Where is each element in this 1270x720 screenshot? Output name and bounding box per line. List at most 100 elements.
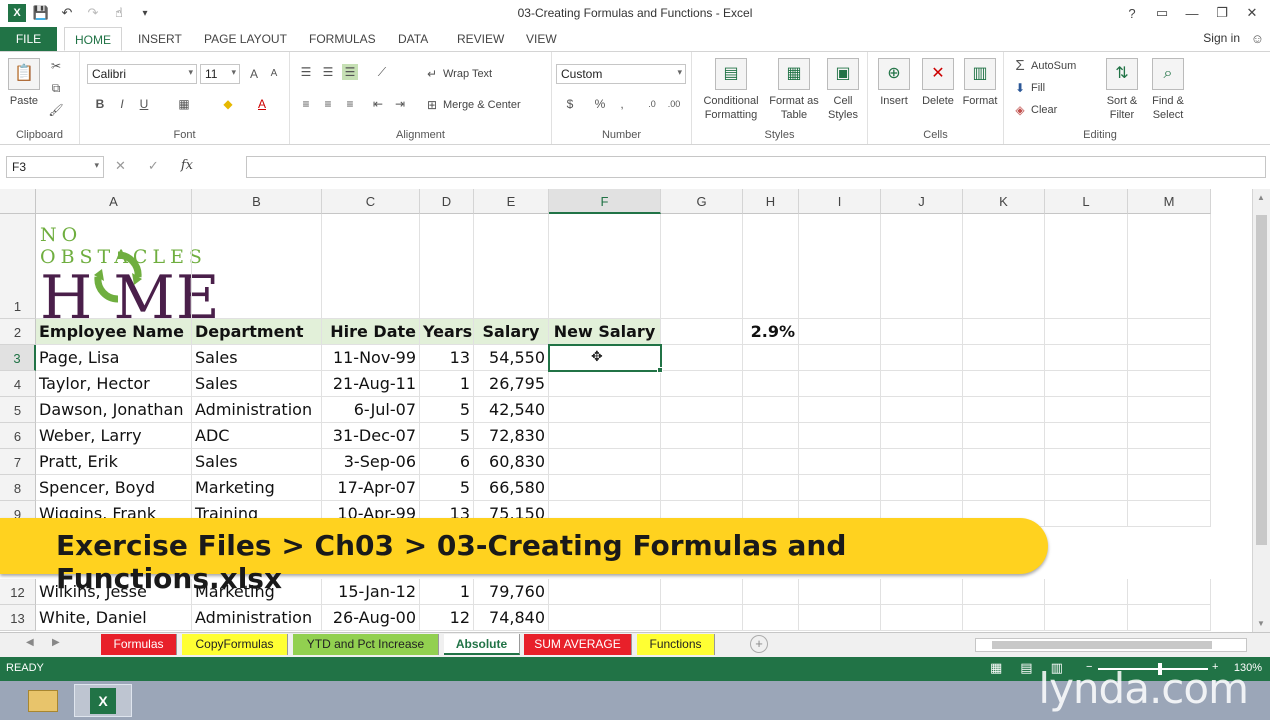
copy-icon[interactable]: ⧉ — [48, 80, 64, 96]
underline-icon[interactable]: U — [136, 96, 152, 112]
years-cell[interactable]: 5 — [420, 475, 474, 501]
cell[interactable] — [1128, 501, 1211, 527]
cell[interactable] — [963, 605, 1045, 631]
cell[interactable] — [743, 397, 799, 423]
column-header-l[interactable]: L — [1045, 189, 1128, 214]
salary-cell[interactable]: 72,830 — [474, 423, 549, 449]
cell[interactable] — [661, 319, 743, 345]
cell[interactable] — [1045, 397, 1128, 423]
cell[interactable] — [1128, 397, 1211, 423]
salary-cell[interactable]: 74,840 — [474, 605, 549, 631]
new-salary-cell[interactable] — [549, 605, 661, 631]
paste-button[interactable]: 📋 Paste — [6, 58, 42, 108]
salary-cell[interactable]: 42,540 — [474, 397, 549, 423]
years-cell[interactable]: 1 — [420, 371, 474, 397]
clear-button[interactable]: ◈ Clear — [1012, 102, 1057, 118]
employee-name-cell[interactable]: Pratt, Erik — [36, 449, 192, 475]
employee-name-cell[interactable]: Page, Lisa — [36, 345, 192, 371]
cell[interactable] — [1045, 345, 1128, 371]
column-header-k[interactable]: K — [963, 189, 1045, 214]
column-header-i[interactable]: I — [799, 189, 881, 214]
header-years[interactable]: Years — [420, 319, 474, 345]
cell[interactable] — [881, 319, 963, 345]
sheet-tab-sum-average[interactable]: SUM AVERAGE — [524, 634, 632, 655]
cell[interactable] — [963, 371, 1045, 397]
active-cell-selection[interactable] — [548, 344, 662, 372]
maximize-icon[interactable]: ❐ — [1210, 2, 1234, 24]
cell[interactable] — [799, 449, 881, 475]
sheet-tab-functions[interactable]: Functions — [637, 634, 715, 655]
cancel-icon[interactable]: ✕ — [115, 158, 126, 174]
cell[interactable] — [1128, 319, 1211, 345]
cell-row1[interactable] — [963, 214, 1045, 319]
grow-font-icon[interactable]: A — [246, 66, 262, 82]
column-header-c[interactable]: C — [322, 189, 420, 214]
cell[interactable] — [799, 605, 881, 631]
header-new-salary[interactable]: New Salary — [549, 319, 661, 345]
sheet-tab-absolute[interactable]: Absolute — [444, 634, 520, 655]
new-sheet-icon[interactable]: + — [750, 635, 768, 653]
delete-cells-button[interactable]: ✕ Delete — [918, 58, 958, 108]
font-color-icon[interactable]: A — [254, 96, 270, 112]
column-header-h[interactable]: H — [743, 189, 799, 214]
cell[interactable] — [661, 345, 743, 371]
vertical-scroll-thumb[interactable] — [1256, 215, 1267, 545]
align-center-icon[interactable]: ≡ — [320, 96, 336, 112]
cell[interactable] — [963, 319, 1045, 345]
percent-button[interactable]: % — [592, 96, 608, 112]
wrap-text-button[interactable]: ↵ Wrap Text — [424, 66, 492, 82]
align-left-icon[interactable]: ≡ — [298, 96, 314, 112]
hire-date-cell[interactable]: 31-Dec-07 — [322, 423, 420, 449]
column-header-d[interactable]: D — [420, 189, 474, 214]
decrease-indent-icon[interactable]: ⇤ — [370, 96, 386, 112]
cell[interactable] — [743, 371, 799, 397]
cell[interactable] — [743, 449, 799, 475]
bold-icon[interactable]: B — [92, 96, 108, 112]
fill-handle[interactable] — [657, 367, 663, 373]
normal-view-icon[interactable]: ▦ — [990, 660, 1002, 676]
row-header-3[interactable]: 3 — [0, 345, 36, 371]
name-box[interactable]: F3 ▾ — [6, 156, 104, 178]
row-header-8[interactable]: 8 — [0, 475, 36, 501]
next-sheet-icon[interactable]: ▶ — [52, 637, 60, 648]
prev-sheet-icon[interactable]: ◀ — [26, 637, 34, 648]
column-header-g[interactable]: G — [661, 189, 743, 214]
years-cell[interactable]: 5 — [420, 423, 474, 449]
cell-row1[interactable] — [1128, 214, 1211, 319]
fill-color-icon[interactable]: ◆ — [220, 96, 236, 112]
tab-insert[interactable]: INSERT — [128, 27, 192, 51]
orientation-icon[interactable]: ⟋ — [374, 64, 390, 80]
cell[interactable] — [881, 605, 963, 631]
years-cell[interactable]: 6 — [420, 449, 474, 475]
department-cell[interactable]: Administration — [192, 397, 322, 423]
cut-icon[interactable]: ✂ — [48, 58, 64, 74]
excel-taskbar-button[interactable]: X — [74, 684, 132, 717]
header-hire-date[interactable]: Hire Date — [322, 319, 420, 345]
cell[interactable] — [799, 423, 881, 449]
increase-indent-icon[interactable]: ⇥ — [392, 96, 408, 112]
close-icon[interactable]: ✕ — [1240, 2, 1264, 24]
years-cell[interactable]: 12 — [420, 605, 474, 631]
sheet-tab-ytd-and-pct-increase[interactable]: YTD and Pct Increase — [293, 634, 439, 655]
years-cell[interactable]: 5 — [420, 397, 474, 423]
new-salary-cell[interactable] — [549, 371, 661, 397]
cell[interactable] — [963, 475, 1045, 501]
cell-row1[interactable] — [881, 214, 963, 319]
hire-date-cell[interactable]: 11-Nov-99 — [322, 345, 420, 371]
hire-date-cell[interactable]: 3-Sep-06 — [322, 449, 420, 475]
cell[interactable] — [881, 371, 963, 397]
cell[interactable] — [1128, 605, 1211, 631]
autosum-button[interactable]: Σ AutoSum — [1012, 58, 1076, 74]
header-employee-name[interactable]: Employee Name — [36, 319, 192, 345]
cell[interactable] — [1128, 475, 1211, 501]
cell[interactable] — [799, 475, 881, 501]
employee-name-cell[interactable]: Dawson, Jonathan — [36, 397, 192, 423]
cell[interactable] — [1045, 319, 1128, 345]
tab-data[interactable]: DATA — [388, 27, 438, 51]
format-cells-button[interactable]: ▥ Format — [960, 58, 1000, 108]
cell[interactable] — [1128, 579, 1211, 605]
employee-name-cell[interactable]: Weber, Larry — [36, 423, 192, 449]
cell[interactable] — [963, 345, 1045, 371]
help-icon[interactable]: ? — [1120, 2, 1144, 24]
column-header-e[interactable]: E — [474, 189, 549, 214]
